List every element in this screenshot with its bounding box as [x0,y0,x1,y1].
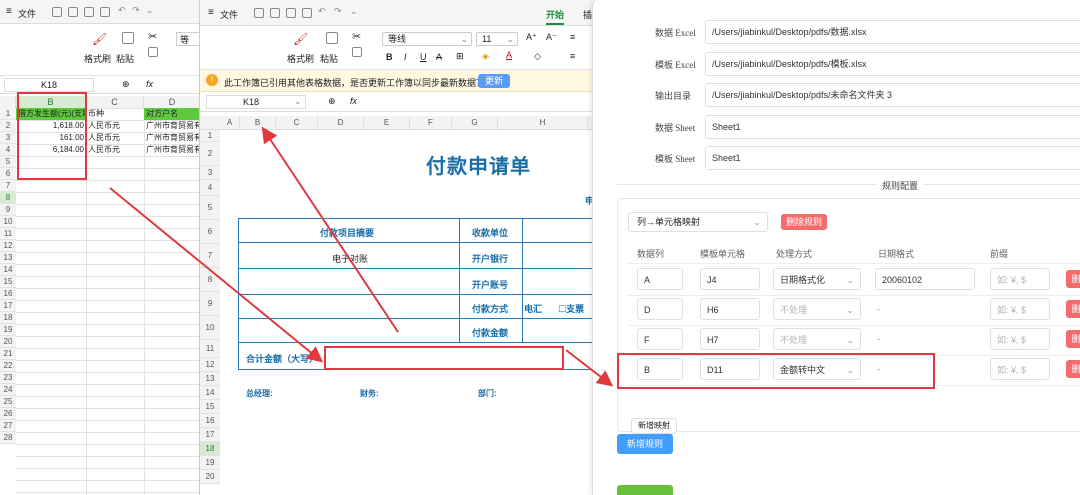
annotation-arrows [109,126,614,387]
arrow-total-to-formula [261,126,399,333]
arrow-b-to-total [109,187,324,363]
arrow-total-to-config [565,349,614,387]
